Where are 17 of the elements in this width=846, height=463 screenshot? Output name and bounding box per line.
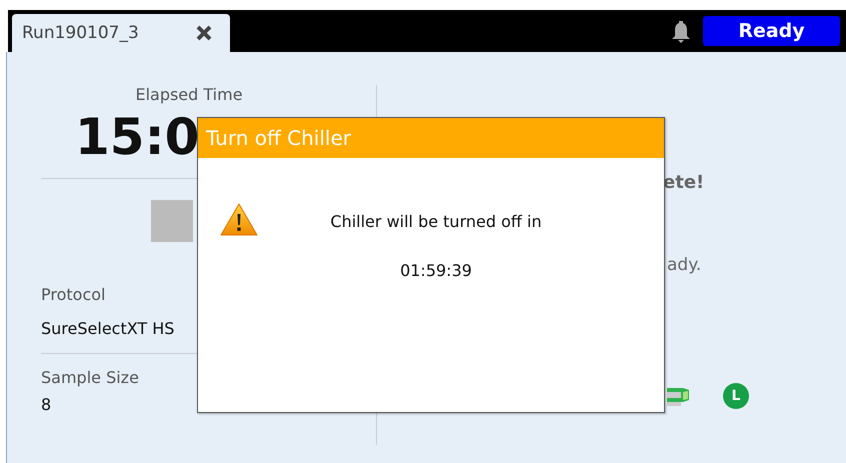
countdown-timer: 01:59:39 (400, 261, 472, 280)
status-indicator: L (723, 383, 749, 409)
warning-icon (220, 202, 258, 238)
close-icon[interactable] (194, 24, 213, 42)
protocol-label: Protocol (41, 285, 106, 304)
ready-status-button[interactable]: Ready (703, 16, 840, 46)
status-message: ete! (663, 172, 706, 193)
sample-size-label: Sample Size (41, 368, 140, 387)
bell-icon[interactable] (671, 19, 691, 43)
dialog-title: Turn off Chiller (206, 126, 351, 150)
sample-size-value: 8 (41, 395, 52, 414)
elapsed-time-value: 15:0 (75, 112, 200, 162)
dialog-message: Chiller will be turned off in (330, 212, 542, 231)
run-tab[interactable]: Run190107_3 (12, 14, 230, 52)
elapsed-time-label: Elapsed Time (135, 85, 243, 104)
protocol-value: SureSelectXT HS (41, 319, 176, 338)
status-detail: ady. (667, 255, 702, 275)
